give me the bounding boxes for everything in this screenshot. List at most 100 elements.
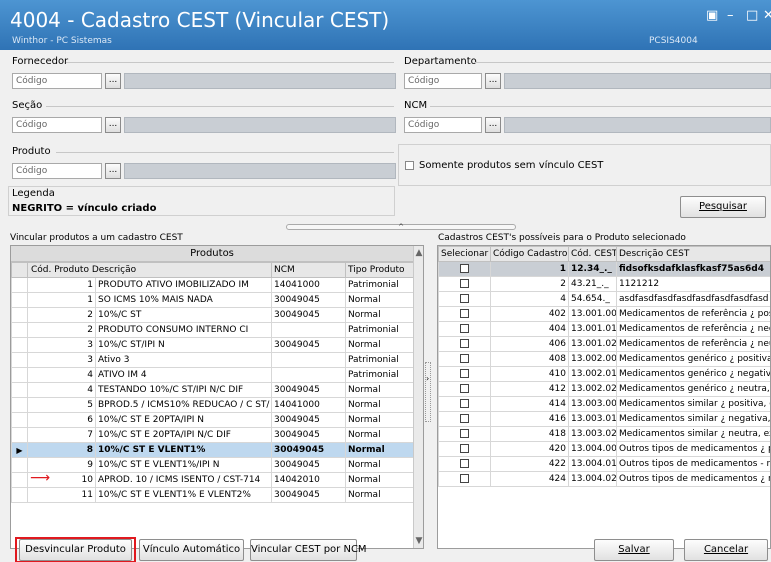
legend-title: Legenda (12, 188, 55, 199)
desvincular-produto-button[interactable]: Desvincular Produto (19, 539, 132, 561)
splitter-handle[interactable]: ^ (286, 224, 516, 231)
selecionar-checkbox[interactable] (460, 474, 469, 483)
produto-row[interactable]: 10 APROD. 10 / ICMS ISENTO / CST-714 14042… (11, 472, 414, 488)
cell-tipo-produto: Normal (345, 472, 414, 488)
cell-ncm: 14041000 (271, 277, 346, 293)
fornecedor-code-input[interactable]: Código (12, 73, 102, 89)
minimize-icon[interactable]: – (727, 8, 734, 23)
produto-row[interactable]: 4 TESTANDO 10%/C ST/IPI N/C DIF 30049045 No… (11, 382, 414, 398)
secao-code-input[interactable]: Código (12, 117, 102, 133)
cest-row[interactable]: 402 13.001.00 Medicamentos de referência ¿… (438, 306, 770, 322)
cest-row[interactable]: 418 13.003.02 Medicamentos similar ¿ neutr… (438, 426, 770, 442)
produto-search-button[interactable]: ... (105, 163, 121, 179)
col-cod-produto[interactable]: Cód. Produto (31, 265, 89, 275)
cest-row[interactable]: 404 13.001.01 Medicamentos de referência ¿… (438, 321, 770, 337)
salvar-button[interactable]: Salvar (594, 539, 674, 561)
col-descricao-cest[interactable]: Descrição CEST (616, 246, 770, 262)
col-descricao[interactable]: Descrição (92, 265, 136, 275)
cest-row[interactable]: 414 13.003.00 Medicamentos similar ¿ posit… (438, 396, 770, 412)
selecionar-checkbox[interactable] (460, 429, 469, 438)
splitter-arrow-icon[interactable]: › (426, 374, 429, 383)
vinculo-automatico-button[interactable]: Vínculo Automático (139, 539, 244, 561)
pesquisar-button[interactable]: Pesquisar (680, 196, 766, 218)
cest-row[interactable]: 410 13.002.01 Medicamentos genérico ¿ nega… (438, 366, 770, 382)
cest-row[interactable]: 4 54.654._ asdfasdfasdfasdfasdfasdfasdfasd (438, 291, 770, 307)
selecionar-checkbox[interactable] (460, 354, 469, 363)
selecionar-checkbox[interactable] (460, 309, 469, 318)
col-ncm[interactable]: NCM (271, 262, 346, 278)
cell-descricao-cest: Medicamentos similar ¿ negativa, e (616, 411, 770, 427)
selecionar-checkbox[interactable] (460, 414, 469, 423)
produto-row[interactable]: 7 10%/C ST E 20PTA/IPI N/C DIF 30049045 Nor… (11, 427, 414, 443)
cest-row[interactable]: 406 13.001.02 Medicamentos de referência ¿… (438, 336, 770, 352)
departamento-search-button[interactable]: ... (485, 73, 501, 89)
secao-search-button[interactable]: ... (105, 117, 121, 133)
produto-row[interactable]: 4 ATIVO IM 4 Patrimonial (11, 367, 414, 383)
panel-splitter[interactable] (425, 362, 431, 422)
selecionar-checkbox[interactable] (460, 369, 469, 378)
cell-descricao-cest: Medicamentos similar ¿ neutra, ex (616, 426, 770, 442)
produto-row[interactable]: 6 10%/C ST E 20PTA/IPI N 30049045 Normal (11, 412, 414, 428)
cell-ncm: 14042010 (271, 472, 346, 488)
maximize-icon[interactable]: □ (746, 8, 758, 23)
produto-row[interactable]: 1 SO ICMS 10% MAIS NADA 30049045 Normal (11, 292, 414, 308)
produto-row[interactable]: 3 Ativo 3 Patrimonial (11, 352, 414, 368)
cest-row[interactable]: 416 13.003.01 Medicamentos similar ¿ negat… (438, 411, 770, 427)
selecionar-checkbox[interactable] (460, 384, 469, 393)
cell-tipo-produto: Normal (345, 292, 414, 308)
close-icon[interactable]: ✕ (763, 8, 771, 23)
produto-code-input[interactable]: Código (12, 163, 102, 179)
somente-checkbox[interactable] (405, 160, 414, 171)
produto-row[interactable]: 5 BPROD.5 / ICMS10% REDUCAO / C ST/ C 1404… (11, 397, 414, 413)
restore-icon[interactable]: ▣ (706, 8, 718, 23)
col-selecionar[interactable]: Selecionar (438, 246, 491, 262)
selecionar-checkbox[interactable] (460, 339, 469, 348)
selecionar-checkbox[interactable] (460, 324, 469, 333)
vincular-cest-ncm-button[interactable]: Vincular CEST por NCM (250, 539, 367, 561)
ncm-search-button[interactable]: ... (485, 117, 501, 133)
departamento-code-input[interactable]: Código (404, 73, 482, 89)
col-cod-cest[interactable]: Cód. CEST (568, 246, 617, 262)
col-tipo-produto[interactable]: Tipo Produto (345, 262, 414, 278)
cell-codigo-cadastro: 4 (490, 291, 569, 307)
selecionar-checkbox[interactable] (460, 279, 469, 288)
cell-codigo-cadastro: 424 (490, 471, 569, 487)
produto-row[interactable]: 2 PRODUTO CONSUMO INTERNO CI Patrimonial (11, 322, 414, 338)
produto-row[interactable]: ▶ 8 10%/C ST E VLENT1% 30049045 Normal (11, 442, 414, 458)
cell-ncm: 30049045 (271, 382, 346, 398)
cest-row[interactable]: 420 13.004.00 Outros tipos de medicamentos… (438, 441, 770, 457)
produto-row[interactable]: 2 10%/C ST 30049045 Normal (11, 307, 414, 323)
selecionar-checkbox[interactable] (460, 444, 469, 453)
cest-grid: Selecionar Código Cadastro Cód. CEST Des… (437, 245, 771, 549)
selecionar-checkbox[interactable] (460, 459, 469, 468)
cest-row[interactable]: 1 12.34_._ fidsofksdafklasfkasf75as6d4 (438, 261, 770, 277)
cest-row[interactable]: 408 13.002.00 Medicamentos genérico ¿ posi… (438, 351, 770, 367)
cell-cod-produto: 2 (27, 307, 96, 323)
cell-descricao: Ativo 3 (95, 352, 272, 368)
scroll-up-icon[interactable]: ▲ (414, 248, 423, 258)
produto-row[interactable]: 11 10%/C ST E VLENT1% E VLENT2% 30049045 No… (11, 487, 414, 503)
cell-codigo-cadastro: 2 (490, 276, 569, 292)
ncm-code-input[interactable]: Código (404, 117, 482, 133)
selecionar-checkbox[interactable] (460, 264, 469, 273)
cest-row[interactable]: 412 13.002.02 Medicamentos genérico ¿ neut… (438, 381, 770, 397)
fornecedor-search-button[interactable]: ... (105, 73, 121, 89)
produto-row[interactable]: 3 10%/C ST/IPI N 30049045 Normal (11, 337, 414, 353)
scroll-down-icon[interactable]: ▼ (414, 536, 423, 546)
produtos-grid: Produtos Cód. Produto Descrição NCM Tipo… (10, 245, 424, 549)
cest-row[interactable]: 422 13.004.01 Outros tipos de medicamentos… (438, 456, 770, 472)
cell-descricao-cest: Outros tipos de medicamentos ¿ p (616, 441, 770, 457)
selecionar-checkbox[interactable] (460, 294, 469, 303)
selecionar-checkbox[interactable] (460, 399, 469, 408)
produto-row[interactable]: 1 PRODUTO ATIVO IMOBILIZADO IM 14041000 Pat… (11, 277, 414, 293)
produtos-scrollbar[interactable]: ▲ ▼ (413, 246, 423, 548)
col-codigo-cadastro[interactable]: Código Cadastro (490, 246, 569, 262)
cell-descricao: TESTANDO 10%/C ST/IPI N/C DIF (95, 382, 272, 398)
cell-descricao-cest: fidsofksdafklasfkasf75as6d4 (616, 261, 770, 277)
cell-codigo-cadastro: 408 (490, 351, 569, 367)
cell-cod-cest: 13.004.01 (568, 456, 617, 472)
cancelar-button[interactable]: Cancelar (684, 539, 768, 561)
produto-row[interactable]: 9 10%/C ST E VLENT1%/IPI N 30049045 Normal (11, 457, 414, 473)
cest-row[interactable]: 2 43.21_._ 1121212 (438, 276, 770, 292)
cest-row[interactable]: 424 13.004.02 Outros tipos de medicamentos… (438, 471, 770, 487)
